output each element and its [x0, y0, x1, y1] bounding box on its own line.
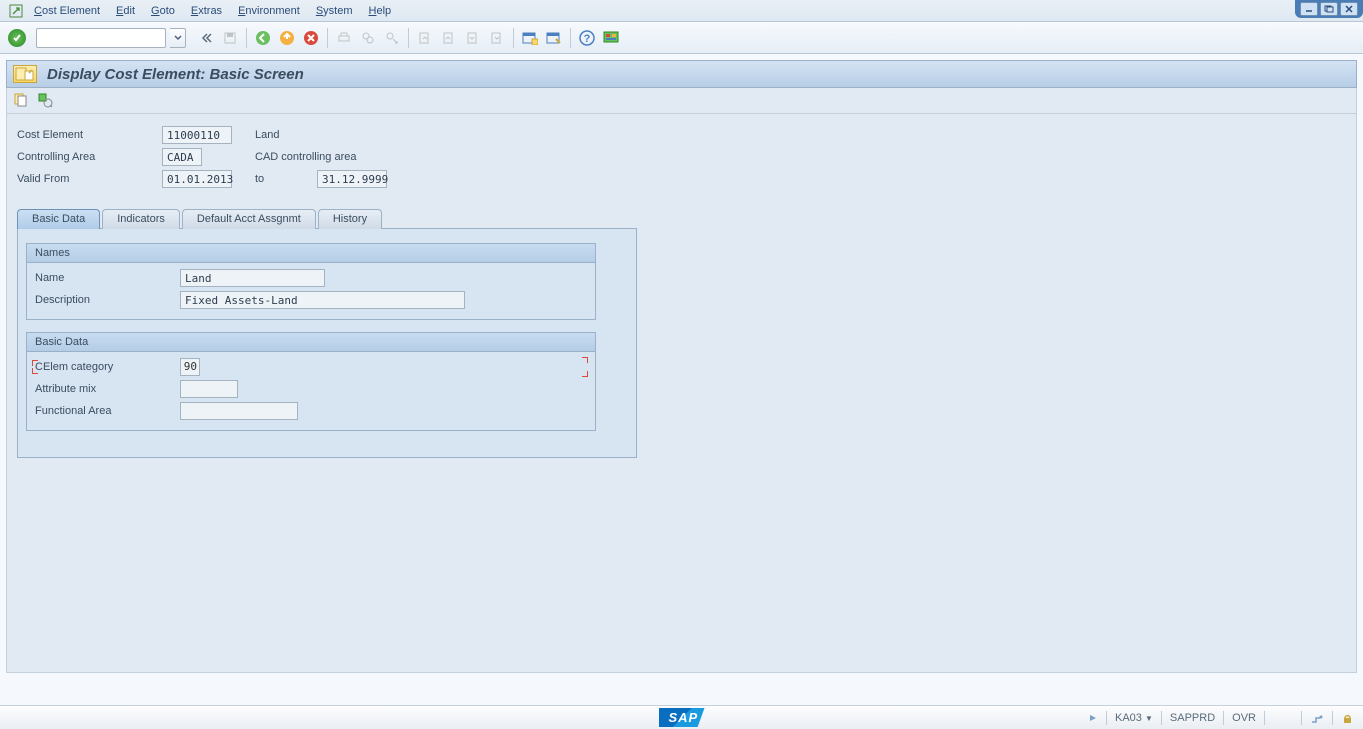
valid-to-value: 31.12.9999: [317, 170, 387, 188]
menu-bar: Cost Element Edit Goto Extras Environmen…: [0, 0, 1363, 22]
tab-indicators[interactable]: Indicators: [102, 209, 180, 229]
group-basic-title: Basic Data: [27, 333, 595, 352]
functional-area-value: [180, 402, 298, 420]
save-icon: [220, 28, 240, 48]
application-toolbar: [6, 88, 1357, 114]
controlling-area-label: Controlling Area: [17, 151, 162, 163]
svg-text:?: ?: [584, 33, 591, 45]
shortcut-icon[interactable]: [544, 28, 564, 48]
group-names-title: Names: [27, 244, 595, 263]
prev-page-icon: [439, 28, 459, 48]
controlling-area-text: CAD controlling area: [247, 151, 397, 163]
copy-icon[interactable]: [13, 92, 31, 110]
page-title: Display Cost Element: Basic Screen: [47, 66, 304, 83]
functional-area-label: Functional Area: [35, 405, 180, 417]
cost-element-text: Land: [247, 129, 397, 141]
tab-history[interactable]: History: [318, 209, 382, 229]
maximize-button[interactable]: [1320, 2, 1338, 16]
groupbox-names: Names Name Land Description Fixed Assets…: [26, 243, 596, 320]
status-system: SAPPRD: [1170, 712, 1215, 724]
first-page-icon: [415, 28, 435, 48]
print-icon: [334, 28, 354, 48]
status-lock-icon[interactable]: [1341, 712, 1353, 724]
help-icon[interactable]: ?: [577, 28, 597, 48]
status-nav-icon[interactable]: [1088, 713, 1098, 723]
standard-toolbar: ?: [0, 22, 1363, 54]
minimize-button[interactable]: [1300, 2, 1318, 16]
new-session-icon[interactable]: [520, 28, 540, 48]
layout-icon[interactable]: [601, 28, 621, 48]
command-field[interactable]: [36, 28, 166, 48]
description-label: Description: [35, 294, 180, 306]
name-value: Land: [180, 269, 325, 287]
menu-cost-element[interactable]: Cost Element: [34, 5, 100, 17]
command-dropdown[interactable]: [170, 28, 186, 48]
name-label: Name: [35, 272, 180, 284]
header-fields: Cost Element 11000110 Land Controlling A…: [17, 126, 1346, 188]
status-tcode[interactable]: KA03 ▼: [1115, 712, 1153, 724]
find-next-icon: [382, 28, 402, 48]
tabstrip: Basic Data Indicators Default Acct Assgn…: [17, 208, 1346, 228]
status-mode: OVR: [1232, 712, 1256, 724]
tab-panel-basic-data: Names Name Land Description Fixed Assets…: [17, 228, 637, 458]
menu-goto[interactable]: Goto: [151, 5, 175, 17]
exit-icon[interactable]: [277, 28, 297, 48]
menu-edit[interactable]: Edit: [116, 5, 135, 17]
menu-command-icon[interactable]: [8, 3, 24, 19]
back-icon[interactable]: [253, 28, 273, 48]
menu-help[interactable]: Help: [369, 5, 392, 17]
menu-system[interactable]: System: [316, 5, 353, 17]
window-controls: [1295, 0, 1363, 18]
description-value: Fixed Assets-Land: [180, 291, 465, 309]
cost-element-value: 11000110: [162, 126, 232, 144]
title-object-icon[interactable]: [13, 65, 37, 83]
collapse-toolbar-icon[interactable]: [196, 28, 216, 48]
status-bar: SAP KA03 ▼ SAPPRD OVR: [0, 705, 1363, 729]
valid-to-label: to: [247, 173, 317, 185]
sap-logo: SAP: [659, 708, 705, 727]
menu-environment[interactable]: Environment: [238, 5, 300, 17]
celem-category-label: CElem category: [35, 361, 180, 373]
last-page-icon: [487, 28, 507, 48]
celem-category-value: 90: [180, 358, 200, 376]
groupbox-basic-data: Basic Data CElem category 90 Attribute m…: [26, 332, 596, 431]
cancel-icon[interactable]: [301, 28, 321, 48]
tab-default-acct-assgnmt[interactable]: Default Acct Assgnmt: [182, 209, 316, 229]
next-page-icon: [463, 28, 483, 48]
title-bar: Display Cost Element: Basic Screen: [6, 60, 1357, 88]
attribute-mix-value: [180, 380, 238, 398]
valid-from-value: 01.01.2013: [162, 170, 232, 188]
controlling-area-value: CADA: [162, 148, 202, 166]
page-area: Display Cost Element: Basic Screen Cost …: [0, 54, 1363, 673]
content-area: Cost Element 11000110 Land Controlling A…: [6, 114, 1357, 673]
close-button[interactable]: [1340, 2, 1358, 16]
where-used-icon[interactable]: [37, 92, 55, 110]
status-connection-icon[interactable]: [1310, 712, 1324, 724]
tab-basic-data[interactable]: Basic Data: [17, 209, 100, 229]
menu-extras[interactable]: Extras: [191, 5, 222, 17]
find-icon: [358, 28, 378, 48]
attribute-mix-label: Attribute mix: [35, 383, 180, 395]
cost-element-label: Cost Element: [17, 129, 162, 141]
enter-button[interactable]: [8, 29, 26, 47]
valid-from-label: Valid From: [17, 173, 162, 185]
